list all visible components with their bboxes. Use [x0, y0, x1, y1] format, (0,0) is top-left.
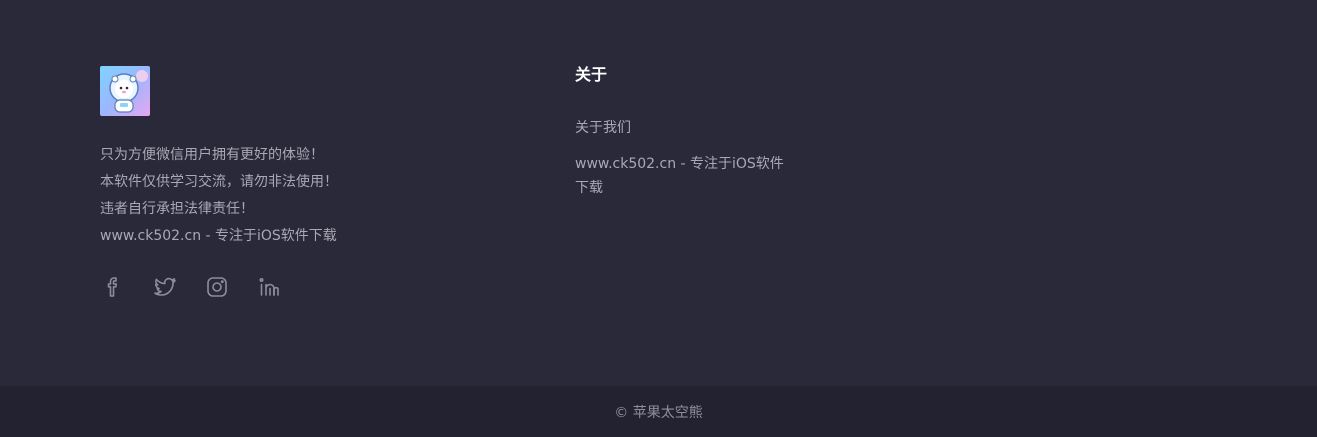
astronaut-bear-logo-icon	[100, 66, 150, 116]
brand-column: 只为方便微信用户拥有更好的体验！ 本软件仅供学习交流，请勿非法使用！ 违者自行承…	[100, 66, 500, 300]
description-line: www.ck502.cn - 专注于iOS软件下载	[100, 228, 337, 244]
instagram-icon	[207, 277, 227, 297]
twitter-icon	[154, 277, 176, 296]
facebook-icon	[107, 277, 118, 297]
description-line: 本软件仅供学习交流，请勿非法使用！	[100, 174, 338, 190]
twitter-link[interactable]	[152, 274, 178, 300]
site-description: 只为方便微信用户拥有更好的体验！ 本软件仅供学习交流，请勿非法使用！ 违者自行承…	[100, 142, 500, 250]
site-logo[interactable]	[100, 66, 150, 116]
about-links: 关于我们 www.ck502.cn - 专注于iOS软件下载	[575, 116, 795, 200]
social-links	[100, 274, 500, 300]
site-download-link[interactable]: www.ck502.cn - 专注于iOS软件下载	[575, 152, 795, 200]
linkedin-link[interactable]	[256, 274, 282, 300]
about-us-link[interactable]: 关于我们	[575, 116, 795, 140]
facebook-link[interactable]	[100, 274, 126, 300]
description-line: 只为方便微信用户拥有更好的体验！	[100, 147, 324, 163]
about-heading: 关于	[575, 65, 608, 84]
linkedin-icon	[259, 277, 279, 296]
description-line: 违者自行承担法律责任！	[100, 201, 254, 217]
about-column: 关于 关于我们 www.ck502.cn - 专注于iOS软件下载	[575, 64, 795, 200]
instagram-link[interactable]	[204, 274, 230, 300]
site-footer: 只为方便微信用户拥有更好的体验！ 本软件仅供学习交流，请勿非法使用！ 违者自行承…	[0, 0, 1317, 386]
copyright-text: © 苹果太空熊	[614, 404, 703, 421]
copyright-bar: © 苹果太空熊	[0, 386, 1317, 437]
